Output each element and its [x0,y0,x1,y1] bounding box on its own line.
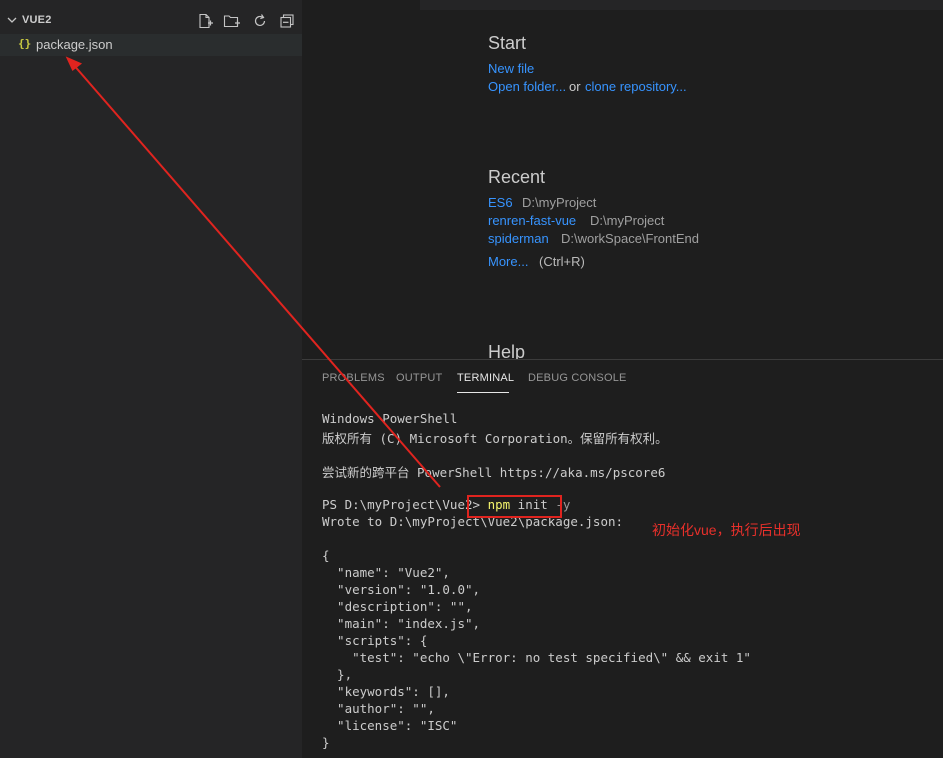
more-recent-link[interactable]: More... [488,254,528,269]
recent-path: D:\myProject [522,195,597,210]
tab-terminal[interactable]: TERMINAL [457,372,514,384]
terminal-json-line: "author": "", [322,701,435,716]
recent-path: D:\workSpace\FrontEnd [561,231,700,246]
start-heading: Start [488,33,527,53]
recent-heading: Recent [488,167,546,187]
help-heading: Help [488,342,526,360]
explorer-sidebar: VUE2 {} package.json [0,0,302,758]
explorer-folder-header[interactable]: VUE2 [0,10,302,32]
recent-item-spiderman[interactable]: spiderman [488,231,549,246]
terminal-json-line: } [322,735,330,750]
terminal-json-line: "keywords": [], [322,684,450,699]
new-file-icon[interactable] [196,12,214,30]
recent-item-es6[interactable]: ES6 [488,195,513,210]
terminal-line: Windows PowerShell [322,411,458,426]
terminal-json-line: "version": "1.0.0", [322,582,481,597]
tab-debug-console[interactable]: DEBUG CONSOLE [528,372,627,384]
terminal-json-line: }, [322,667,353,682]
terminal-json-line: "main": "index.js", [322,616,481,631]
terminal-json-line: "scripts": { [322,633,428,648]
chevron-down-icon[interactable] [6,14,18,26]
clone-repository-link[interactable]: clone repository... [585,79,687,94]
or-text: or [569,79,581,94]
terminal-json-line: "license": "ISC" [322,718,458,733]
editor-tab-welcome[interactable] [302,0,420,10]
terminal-json-line: "name": "Vue2", [322,565,450,580]
terminal-json-line: "description": "", [322,599,473,614]
recent-item-renren-fast-vue[interactable]: renren-fast-vue [488,213,576,228]
folder-name: VUE2 [22,14,52,26]
file-item-package-json[interactable]: {} package.json [0,34,302,56]
more-shortcut: (Ctrl+R) [539,254,585,269]
terminal-prompt: PS D:\myProject\Vue2> [322,497,488,512]
collapse-all-icon[interactable] [278,12,296,30]
editor-tab-strip [302,0,943,10]
terminal-json-line: "test": "echo \"Error: no test specified… [322,650,751,665]
open-folder-link[interactable]: Open folder... [488,79,566,94]
new-folder-icon[interactable] [223,12,241,30]
active-tab-indicator [457,392,509,393]
bottom-panel: PROBLEMS OUTPUT TERMINAL DEBUG CONSOLE W… [302,359,943,758]
terminal-json-line: { [322,548,330,563]
annotation-text: 初始化vue，执行后出现 [652,522,801,538]
terminal-line: 版权所有 (C) Microsoft Corporation。保留所有权利。 [322,431,668,446]
welcome-editor: Start New file Open folder... or clone r… [302,0,943,360]
refresh-icon[interactable] [251,12,269,30]
tab-output[interactable]: OUTPUT [396,372,442,384]
tab-problems[interactable]: PROBLEMS [322,372,385,384]
new-file-link[interactable]: New file [488,61,534,76]
file-name: package.json [36,37,113,52]
recent-path: D:\myProject [590,213,665,228]
terminal-line: 尝试新的跨平台 PowerShell https://aka.ms/pscore… [322,465,666,480]
json-file-icon: {} [18,37,32,50]
highlight-box [467,495,562,518]
